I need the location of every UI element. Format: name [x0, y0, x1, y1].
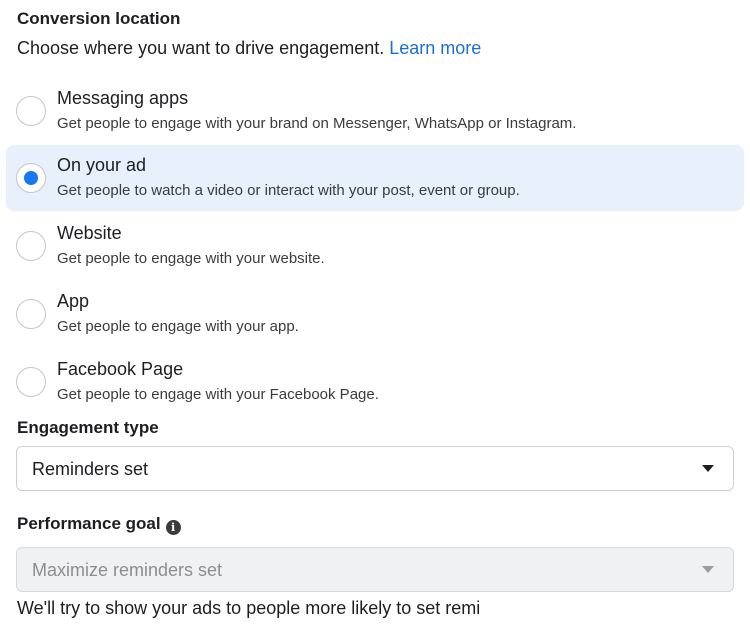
option-description: Get people to watch a video or interact … [57, 182, 520, 199]
performance-goal-heading: Performance goal i [17, 514, 181, 535]
performance-goal-title: Performance goal [17, 514, 161, 533]
option-label: App [57, 291, 90, 311]
ad-set-settings-panel: Conversion location Choose where you wan… [0, 0, 750, 635]
option-label: Messaging apps [57, 88, 189, 108]
conversion-location-subtitle: Choose where you want to drive engagemen… [17, 38, 481, 59]
option-app[interactable]: App Get people to engage with your app. [6, 281, 744, 347]
caret-down-icon [702, 465, 714, 472]
option-on-your-ad[interactable]: On your ad Get people to watch a video o… [6, 145, 744, 211]
radio-app[interactable] [16, 299, 46, 329]
option-website[interactable]: Website Get people to engage with your w… [6, 213, 744, 279]
option-label: On your ad [57, 155, 147, 175]
radio-facebook-page[interactable] [16, 367, 46, 397]
radio-selected-dot [24, 171, 38, 185]
option-description: Get people to engage with your website. [57, 250, 325, 267]
option-facebook-page[interactable]: Facebook Page Get people to engage with … [6, 349, 744, 415]
option-description: Get people to engage with your Facebook … [57, 386, 379, 403]
engagement-type-dropdown[interactable]: Reminders set [16, 446, 734, 491]
radio-website[interactable] [16, 231, 46, 261]
performance-goal-value: Maximize reminders set [32, 560, 223, 580]
option-label: Website [57, 223, 122, 243]
radio-messaging-apps[interactable] [16, 96, 46, 126]
caret-down-icon [702, 566, 714, 573]
performance-goal-dropdown: Maximize reminders set [16, 547, 734, 592]
info-icon[interactable]: i [165, 520, 181, 535]
conversion-location-heading: Conversion location [17, 9, 181, 28]
option-description: Get people to engage with your app. [57, 318, 299, 335]
conversion-location-subtitle-text: Choose where you want to drive engagemen… [17, 38, 385, 58]
radio-on-your-ad[interactable] [16, 163, 46, 193]
engagement-type-heading: Engagement type [17, 418, 159, 437]
option-description: Get people to engage with your brand on … [57, 115, 577, 132]
learn-more-link[interactable]: Learn more [389, 38, 481, 58]
engagement-type-value: Reminders set [32, 459, 149, 479]
option-label: Facebook Page [57, 359, 184, 379]
option-messaging-apps[interactable]: Messaging apps Get people to engage with… [6, 78, 744, 144]
performance-goal-note: We'll try to show your ads to people mor… [17, 598, 481, 618]
